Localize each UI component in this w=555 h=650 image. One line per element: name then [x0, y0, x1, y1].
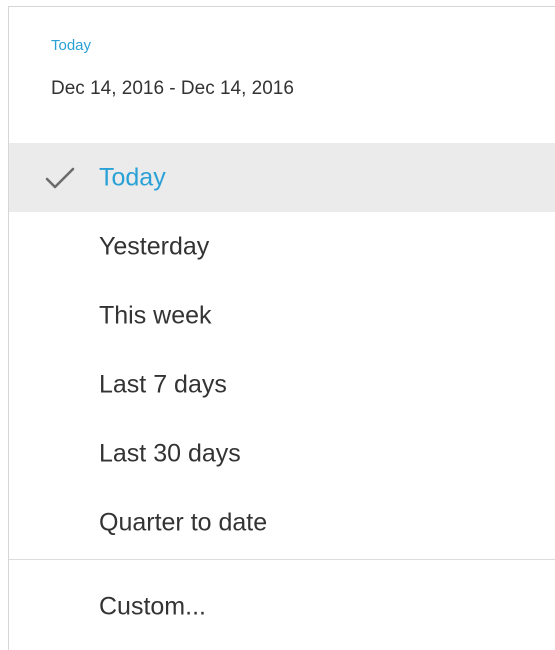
option-this-week[interactable]: This week [9, 281, 555, 350]
option-last-7-days[interactable]: Last 7 days [9, 350, 555, 419]
option-this-week-label: This week [99, 301, 212, 329]
date-range-dropdown: Today Dec 14, 2016 - Dec 14, 2016 Today … [8, 6, 555, 650]
option-quarter-to-date-label: Quarter to date [99, 508, 268, 536]
option-today-label: Today [99, 163, 166, 191]
checkmark-icon [45, 167, 75, 188]
menu-divider [9, 559, 555, 560]
option-yesterday[interactable]: Yesterday [9, 212, 555, 281]
option-custom-label: Custom... [99, 592, 206, 620]
option-custom[interactable]: Custom... [9, 572, 555, 641]
option-today[interactable]: Today [9, 143, 555, 212]
option-last-7-days-label: Last 7 days [99, 370, 227, 398]
option-last-30-days[interactable]: Last 30 days [9, 419, 555, 488]
dropdown-header: Today Dec 14, 2016 - Dec 14, 2016 [9, 7, 555, 143]
option-last-30-days-label: Last 30 days [99, 439, 241, 467]
option-yesterday-label: Yesterday [99, 232, 210, 260]
selected-date-range: Dec 14, 2016 - Dec 14, 2016 [51, 78, 294, 99]
selected-range-title: Today [51, 37, 92, 54]
date-range-options: Today Yesterday This week Last 7 days La… [9, 143, 555, 557]
option-quarter-to-date[interactable]: Quarter to date [9, 488, 555, 557]
